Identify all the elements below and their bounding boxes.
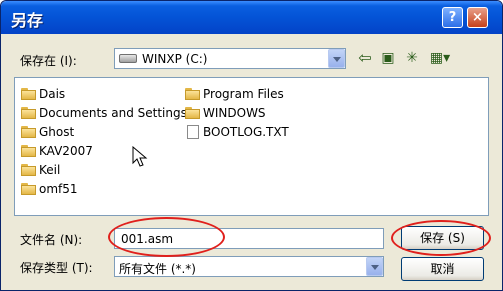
back-arrow-icon[interactable]: ⇦ <box>356 49 374 67</box>
cancel-button[interactable]: 取消 <box>401 257 484 281</box>
new-folder-icon[interactable]: ✳ <box>403 49 421 67</box>
list-item[interactable]: Documents and Settings <box>21 105 187 121</box>
dialog-title: 另存 <box>11 11 44 30</box>
folder-icon <box>21 183 37 195</box>
folder-icon <box>21 145 37 157</box>
folder-icon <box>185 88 201 100</box>
list-item[interactable]: WINDOWS <box>185 105 266 121</box>
list-item[interactable]: Program Files <box>185 86 284 102</box>
folder-icon <box>21 107 37 119</box>
filetype-label: 保存类型 (T): <box>20 261 93 275</box>
save-as-dialog: 另存 ? × 保存在 (I): WINXP (C:) ⇦ ▣ ✳ ▦▾ Dais… <box>0 0 503 291</box>
list-item[interactable]: omf51 <box>21 181 78 197</box>
drive-icon <box>119 54 137 63</box>
mouse-cursor-icon <box>132 146 148 167</box>
text-file-icon <box>187 125 199 139</box>
annotation-oval-filename <box>108 217 225 257</box>
filetype-value: 所有文件 (*.*) <box>119 262 196 276</box>
folder-icon <box>21 126 37 138</box>
list-item[interactable]: KAV2007 <box>21 143 93 159</box>
save-in-label: 保存在 (I): <box>20 54 77 68</box>
list-item[interactable]: BOOTLOG.TXT <box>185 124 289 140</box>
close-button[interactable]: × <box>467 7 488 28</box>
filetype-combo[interactable]: 所有文件 (*.*) <box>114 256 384 277</box>
list-item[interactable]: Keil <box>21 162 60 178</box>
folder-icon <box>185 107 201 119</box>
folder-icon <box>21 88 37 100</box>
folder-icon <box>21 164 37 176</box>
filename-label: 文件名 (N): <box>20 233 83 247</box>
save-in-value: WINXP (C:) <box>142 52 208 66</box>
chevron-down-icon[interactable] <box>328 49 345 68</box>
view-menu-icon[interactable]: ▦▾ <box>429 49 451 67</box>
chevron-down-icon[interactable] <box>366 257 383 276</box>
help-button[interactable]: ? <box>442 7 463 28</box>
annotation-oval-save <box>391 220 491 256</box>
file-list[interactable]: Dais Documents and Settings Ghost KAV200… <box>14 77 489 216</box>
up-folder-icon[interactable]: ▣ <box>379 49 397 67</box>
list-item[interactable]: Ghost <box>21 124 74 140</box>
save-in-combo[interactable]: WINXP (C:) <box>114 48 346 69</box>
list-item[interactable]: Dais <box>21 86 65 102</box>
title-bar[interactable]: 另存 ? × <box>1 1 502 34</box>
